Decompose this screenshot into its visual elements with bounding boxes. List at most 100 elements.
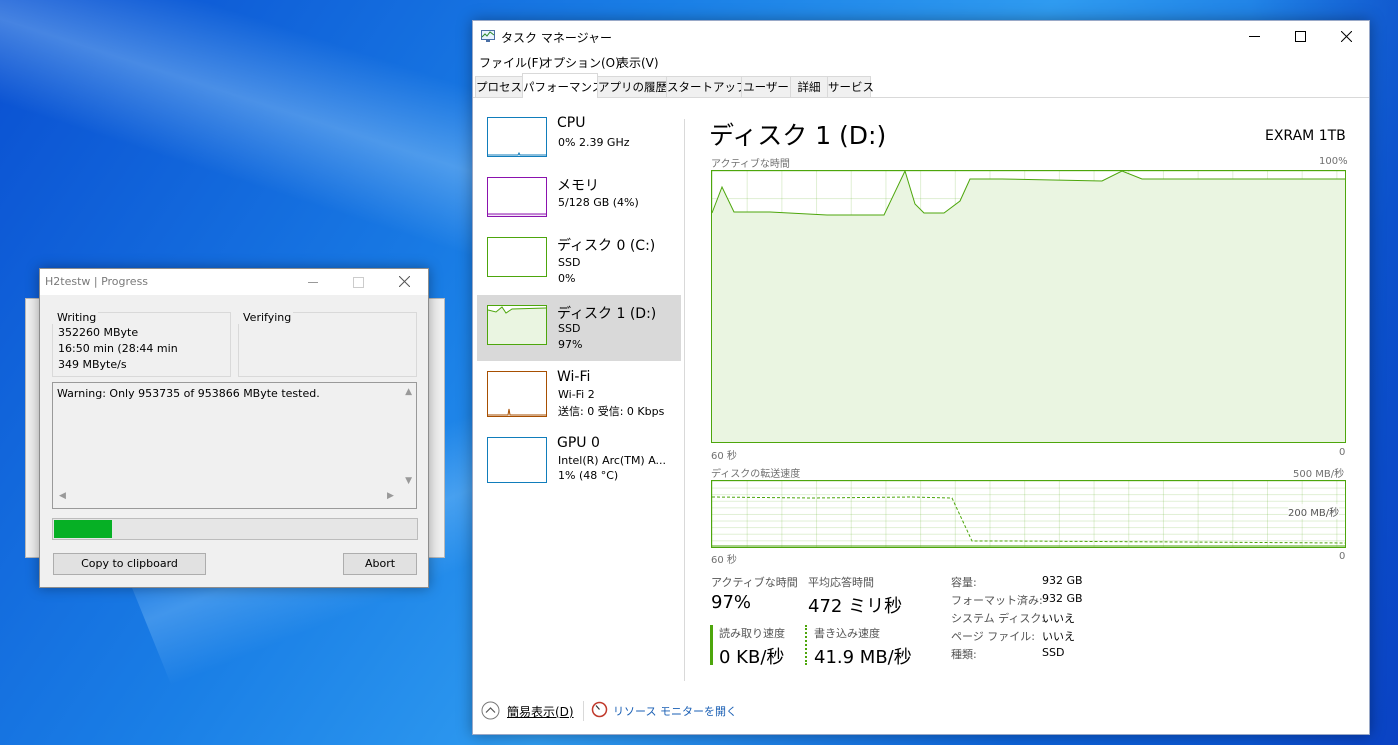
formatted-label: フォーマット済み: <box>951 594 1043 607</box>
close-icon[interactable] <box>399 276 410 287</box>
sidebar-item-usage: 0% <box>558 272 576 285</box>
type-value: SSD <box>1042 646 1065 659</box>
write-speed-label: 書き込み速度 <box>814 627 880 640</box>
tab-users[interactable]: ユーザー <box>741 76 791 97</box>
verifying-group-label: Verifying <box>237 311 294 324</box>
minimize-icon[interactable] <box>308 282 318 283</box>
write-speed-value: 41.9 MB/秒 <box>814 647 912 668</box>
cpu-thumbnail-graph <box>487 117 547 157</box>
sidebar-item-detail: SSD <box>558 322 581 335</box>
resource-monitor-icon <box>591 701 608 718</box>
active-time-label: アクティブな時間 <box>711 576 798 589</box>
title-bar[interactable]: H2testw | Progress <box>40 269 428 295</box>
open-resource-monitor-link[interactable]: リソース モニターを開く <box>613 703 737 719</box>
active-time-line <box>712 171 1345 442</box>
disk0-thumbnail-graph <box>487 237 547 277</box>
disk1-thumbnail-graph <box>487 305 547 345</box>
wifi-thumbnail-graph <box>487 371 547 417</box>
tab-details[interactable]: 詳細 <box>790 76 828 97</box>
title-bar[interactable]: タスク マネージャー <box>473 21 1369 51</box>
scroll-up-icon[interactable]: ▲ <box>405 387 412 397</box>
formatted-value: 932 GB <box>1042 592 1083 605</box>
read-speed-indicator <box>710 625 713 665</box>
chevron-up-icon[interactable] <box>481 701 500 720</box>
sidebar-item-label: ディスク 0 (C:) <box>557 238 656 254</box>
response-time-value: 472 ミリ秒 <box>808 596 903 617</box>
fewer-details-link[interactable]: 簡易表示(D) <box>507 703 574 720</box>
progress-bar <box>52 518 418 540</box>
transfer-rate-graph-max: 500 MB/秒 <box>1293 469 1345 480</box>
scroll-right-icon[interactable]: ▶ <box>387 491 394 501</box>
sidebar-item-disk-0[interactable]: ディスク 0 (C:) SSD 0% <box>477 233 681 297</box>
capacity-value: 932 GB <box>1042 574 1083 587</box>
close-icon <box>1340 30 1352 42</box>
maximize-button[interactable] <box>1277 21 1323 51</box>
page-title: ディスク 1 (D:) <box>709 121 887 150</box>
scroll-down-icon[interactable]: ▼ <box>405 476 412 486</box>
footer-bar: 簡易表示(D) リソース モニターを開く <box>473 697 1369 734</box>
tab-strip: プロセス パフォーマンス アプリの履歴 スタートアップ ユーザー 詳細 サービス <box>473 73 1369 98</box>
log-textarea[interactable]: Warning: Only 953735 of 953866 MByte tes… <box>52 382 417 509</box>
tab-performance[interactable]: パフォーマンス <box>522 73 603 98</box>
active-time-graph-max: 100% <box>1319 156 1348 167</box>
active-time-value: 97% <box>711 592 752 613</box>
sidebar-item-disk-1[interactable]: ディスク 1 (D:) SSD 97% <box>477 295 681 361</box>
menu-file[interactable]: ファイル(F) <box>479 54 543 71</box>
panel-divider <box>684 119 685 681</box>
sidebar-item-detail: 0% 2.39 GHz <box>558 136 630 149</box>
sidebar-item-label: メモリ <box>557 178 599 194</box>
tab-startup[interactable]: スタートアップ <box>666 76 748 97</box>
tab-processes[interactable]: プロセス <box>475 76 523 97</box>
sidebar-item-label: GPU 0 <box>557 435 600 451</box>
write-speed-indicator <box>805 625 807 665</box>
transfer-rate-lines <box>712 496 1345 547</box>
progress-bar-fill <box>54 520 112 538</box>
footer-divider <box>583 701 584 721</box>
sidebar-item-cpu[interactable]: CPU 0% 2.39 GHz <box>477 113 681 177</box>
warning-message: Warning: Only 953735 of 953866 MByte tes… <box>57 387 320 400</box>
sidebar-item-gpu-0[interactable]: GPU 0 Intel(R) Arc(TM) A... 1% (48 °C) <box>477 433 681 497</box>
transfer-rate-graph: 200 MB/秒 <box>711 480 1346 548</box>
maximize-icon <box>353 277 364 288</box>
window-title: H2testw | Progress <box>45 275 149 288</box>
read-speed-label: 読み取り速度 <box>719 627 785 640</box>
menu-options[interactable]: オプション(O) <box>541 54 620 71</box>
system-disk-label: システム ディスク: <box>951 612 1046 625</box>
graph-x-right: 0 <box>1339 447 1346 458</box>
page-file-value: いいえ <box>1042 630 1075 643</box>
type-label: 種類: <box>951 648 977 661</box>
close-button[interactable] <box>1323 21 1369 51</box>
disk-model: EXRAM 1TB <box>1265 128 1346 144</box>
sidebar-item-label: Wi-Fi <box>557 369 591 385</box>
task-manager-icon <box>481 30 495 42</box>
sidebar-item-memory[interactable]: メモリ 5/128 GB (4%) <box>477 173 681 237</box>
maximize-icon <box>1294 30 1306 42</box>
active-time-graph <box>711 170 1346 443</box>
abort-button[interactable]: Abort <box>343 553 417 575</box>
write-speed: 349 MByte/s <box>58 358 127 371</box>
sidebar-item-detail: Wi-Fi 2 <box>558 388 595 401</box>
sidebar-item-wifi[interactable]: Wi-Fi Wi-Fi 2 送信: 0 受信: 0 Kbps <box>477 367 681 431</box>
elapsed-time: 16:50 min (28:44 min <box>58 342 178 355</box>
read-speed-value: 0 KB/秒 <box>719 647 785 668</box>
sidebar-item-label: CPU <box>557 115 586 131</box>
menu-view[interactable]: 表示(V) <box>617 54 659 71</box>
graph-x-left: 60 秒 <box>711 555 737 566</box>
scroll-left-icon[interactable]: ◀ <box>59 491 66 501</box>
active-time-graph-label: アクティブな時間 <box>711 159 790 170</box>
tab-services[interactable]: サービス <box>827 76 874 97</box>
minimize-button[interactable] <box>1231 21 1277 51</box>
written-amount: 352260 MByte <box>58 326 139 339</box>
gpu-thumbnail-graph <box>487 437 547 483</box>
response-time-label: 平均応答時間 <box>808 576 874 589</box>
sidebar-item-label: ディスク 1 (D:) <box>557 306 657 322</box>
window-title: タスク マネージャー <box>501 31 612 45</box>
h2testw-progress-window: H2testw | Progress Writing 352260 MByte … <box>39 268 429 588</box>
sidebar-item-usage: 1% (48 °C) <box>558 469 619 482</box>
memory-thumbnail-graph <box>487 177 547 217</box>
transfer-rate-graph-mid: 200 MB/秒 <box>1288 504 1340 519</box>
copy-to-clipboard-button[interactable]: Copy to clipboard <box>53 553 206 575</box>
tab-app-history[interactable]: アプリの履歴 <box>597 76 667 97</box>
graph-x-right: 0 <box>1339 551 1346 562</box>
sidebar-item-detail: 5/128 GB (4%) <box>558 196 639 209</box>
